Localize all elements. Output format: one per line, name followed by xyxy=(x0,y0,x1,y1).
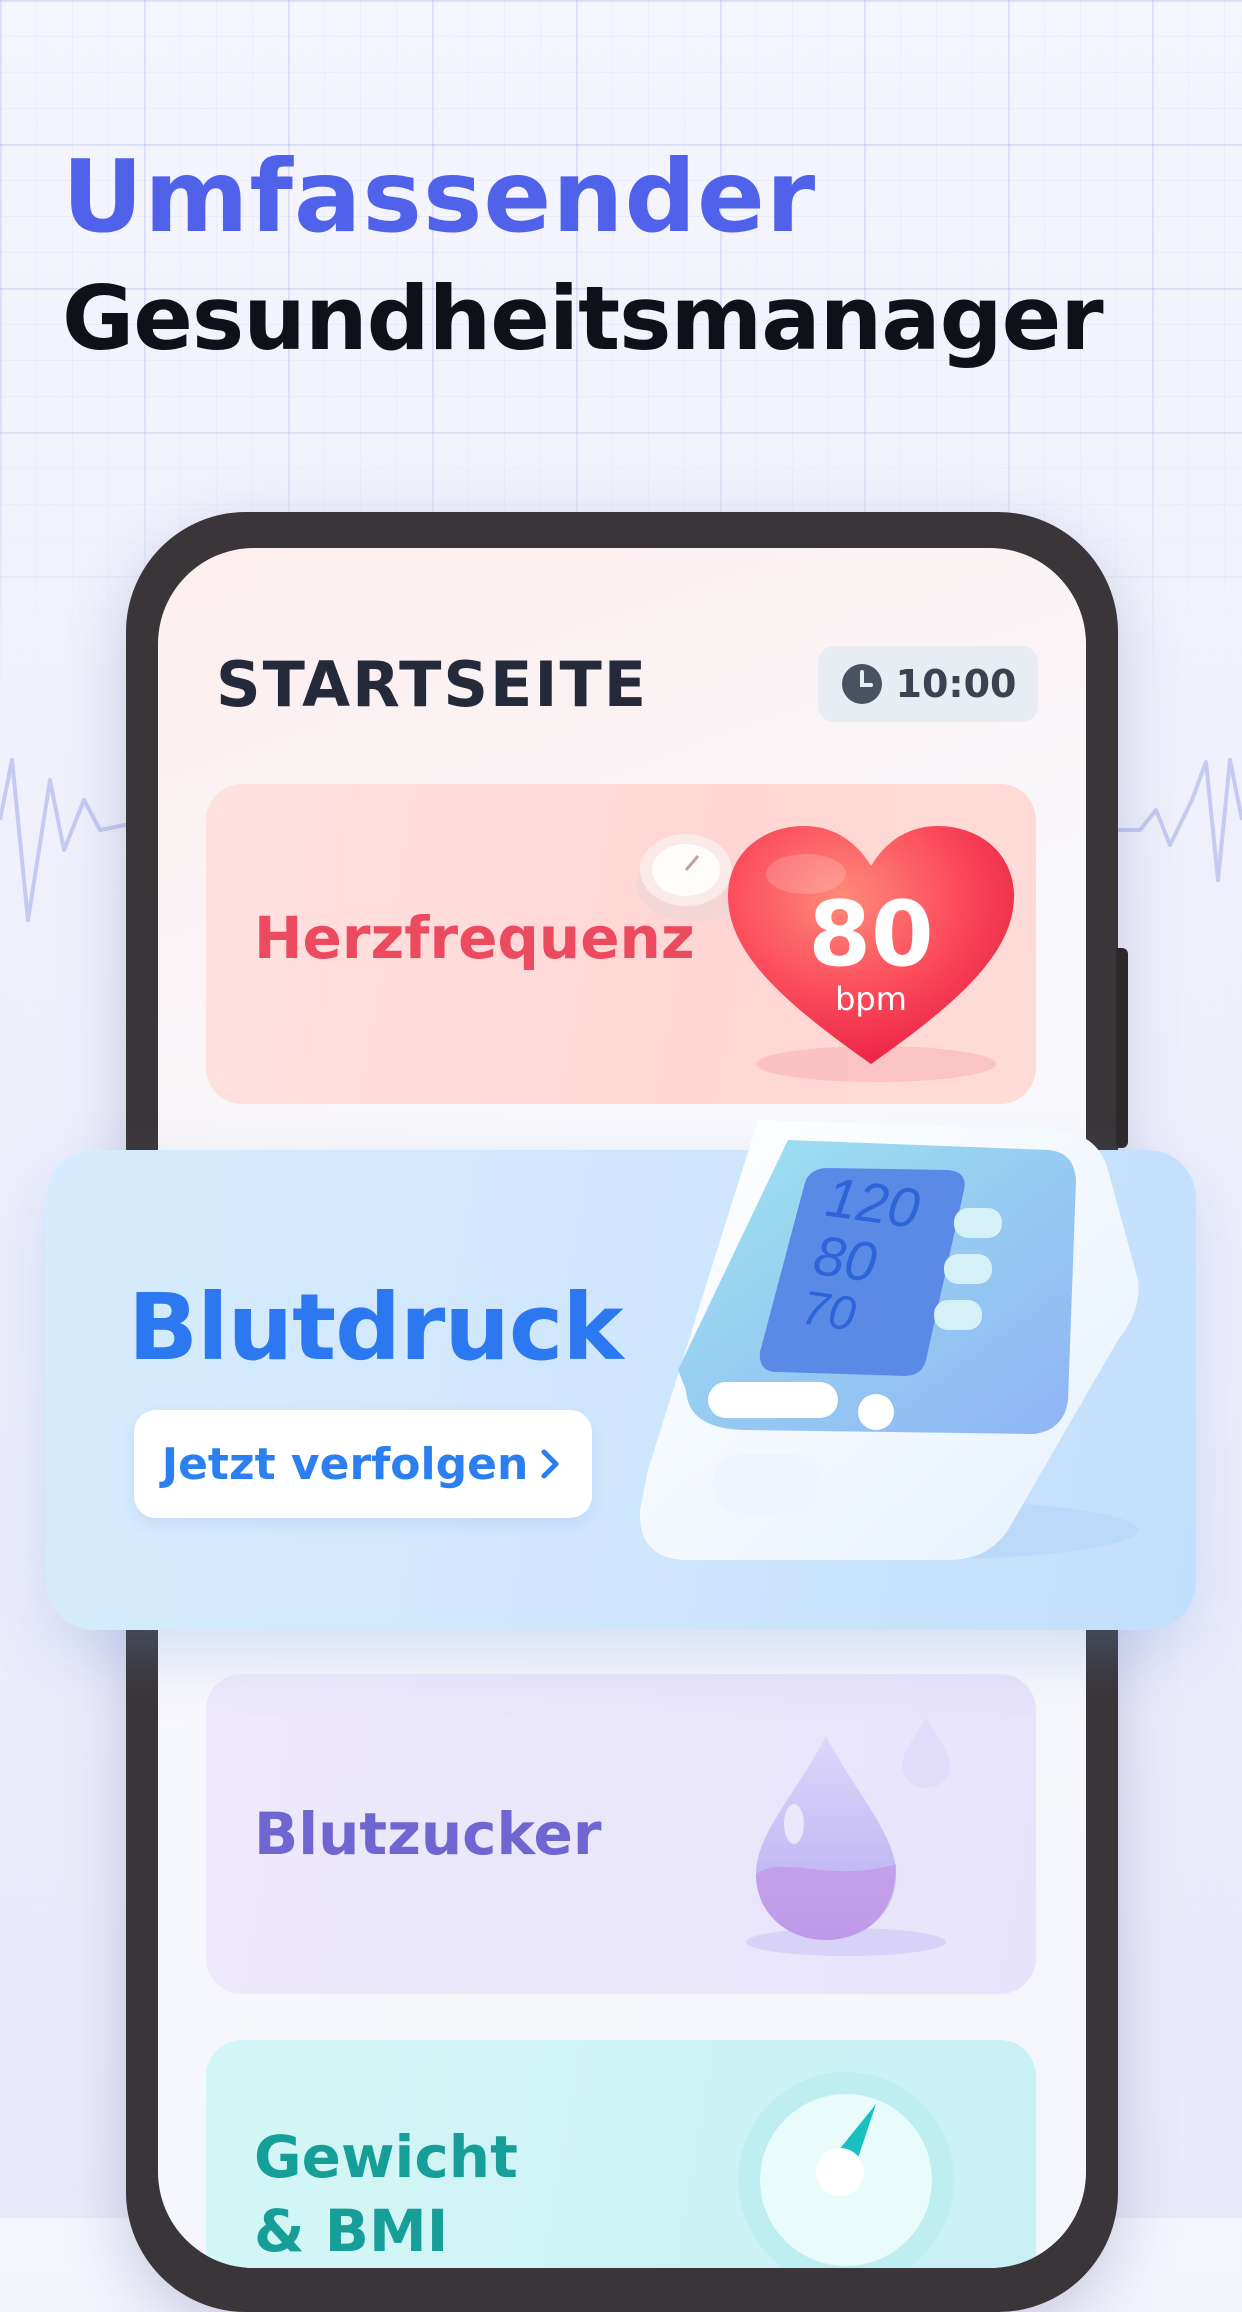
blood-sugar-label: Blutzucker xyxy=(254,1800,602,1868)
chevron-right-icon xyxy=(541,1449,559,1479)
heart-rate-label: Herzfrequenz xyxy=(254,904,695,972)
blood-sugar-card[interactable]: Blutzucker xyxy=(206,1674,1036,1994)
weight-label-line-2: & BMI xyxy=(254,2197,449,2265)
track-now-button[interactable]: Jetzt verfolgen xyxy=(134,1410,592,1518)
headline-line-2: Gesundheitsmanager xyxy=(62,267,1104,370)
weight-bmi-label: Gewicht & BMI xyxy=(254,2120,518,2268)
heart-rate-badge: 80 bpm xyxy=(726,824,1026,1094)
blood-pressure-monitor-icon xyxy=(639,1120,1139,1560)
weight-bmi-card[interactable]: Gewicht & BMI xyxy=(206,2040,1036,2268)
weight-label-line-1: Gewicht xyxy=(254,2123,518,2191)
ecg-line-right xyxy=(1110,758,1242,882)
monitor-reading-3: 70 xyxy=(798,1281,859,1342)
heart-rate-value: 80 xyxy=(808,882,934,987)
heart-rate-unit: bpm xyxy=(835,980,907,1018)
time-chip: 10:00 xyxy=(818,646,1038,722)
headline: Umfassender Gesundheitsmanager xyxy=(62,138,1104,382)
track-now-label: Jetzt verfolgen xyxy=(161,1438,529,1490)
blood-pressure-monitor: 120 80 70 xyxy=(628,1090,1148,1580)
clock-icon xyxy=(841,664,882,704)
scale-gauge-icon xyxy=(738,2072,954,2268)
headline-line-1: Umfassender xyxy=(62,138,817,255)
drop-icon xyxy=(746,1718,950,1956)
page-title: STARTSEITE xyxy=(216,648,649,721)
heart-rate-card[interactable]: Herzfrequenz 80 bpm xyxy=(206,784,1036,1104)
blood-pressure-title: Blutdruck xyxy=(128,1274,624,1381)
time-label: 10:00 xyxy=(895,662,1017,706)
